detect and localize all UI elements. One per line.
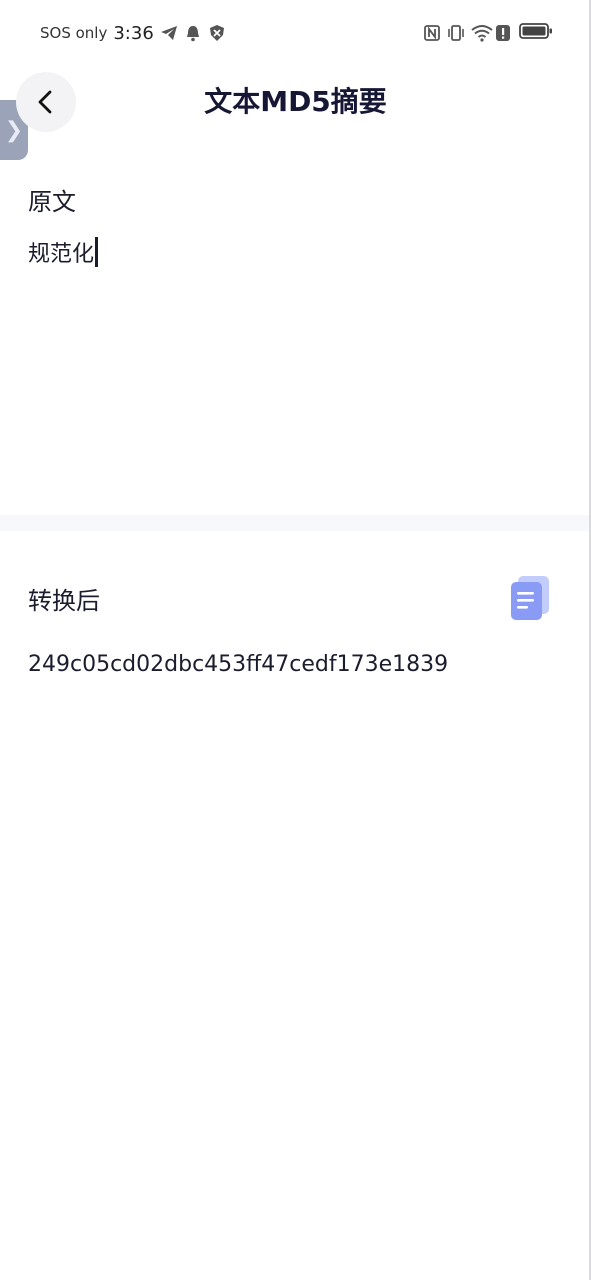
- clock-text: 3:36: [113, 22, 154, 44]
- shield-icon: [208, 24, 226, 42]
- nfc-icon: [423, 24, 441, 42]
- text-cursor: [95, 237, 99, 267]
- carrier-text: SOS only: [40, 24, 108, 42]
- app-bar: 文本MD5摘要: [0, 66, 591, 138]
- section-divider: [0, 515, 591, 531]
- wifi-icon: [471, 24, 493, 42]
- input-label: 原文: [28, 188, 76, 216]
- input-text: 规范化: [28, 242, 95, 267]
- vibrate-icon: [447, 24, 465, 42]
- output-label: 转换后: [28, 587, 100, 615]
- status-bar-right: [423, 22, 553, 44]
- battery-icon: [519, 22, 553, 44]
- alert-icon: [495, 24, 513, 42]
- bell-icon: [184, 24, 202, 42]
- telegram-icon: [160, 24, 178, 42]
- status-bar-left: SOS only 3:36: [40, 23, 226, 44]
- page-title: 文本MD5摘要: [204, 85, 387, 118]
- copy-icon: [511, 576, 549, 620]
- md5-result: 249c05cd02dbc453ff47cedf173e1839: [28, 652, 449, 677]
- input-textarea[interactable]: 规范化: [28, 236, 563, 496]
- status-bar: SOS only 3:36: [0, 0, 591, 66]
- copy-button[interactable]: [508, 574, 552, 622]
